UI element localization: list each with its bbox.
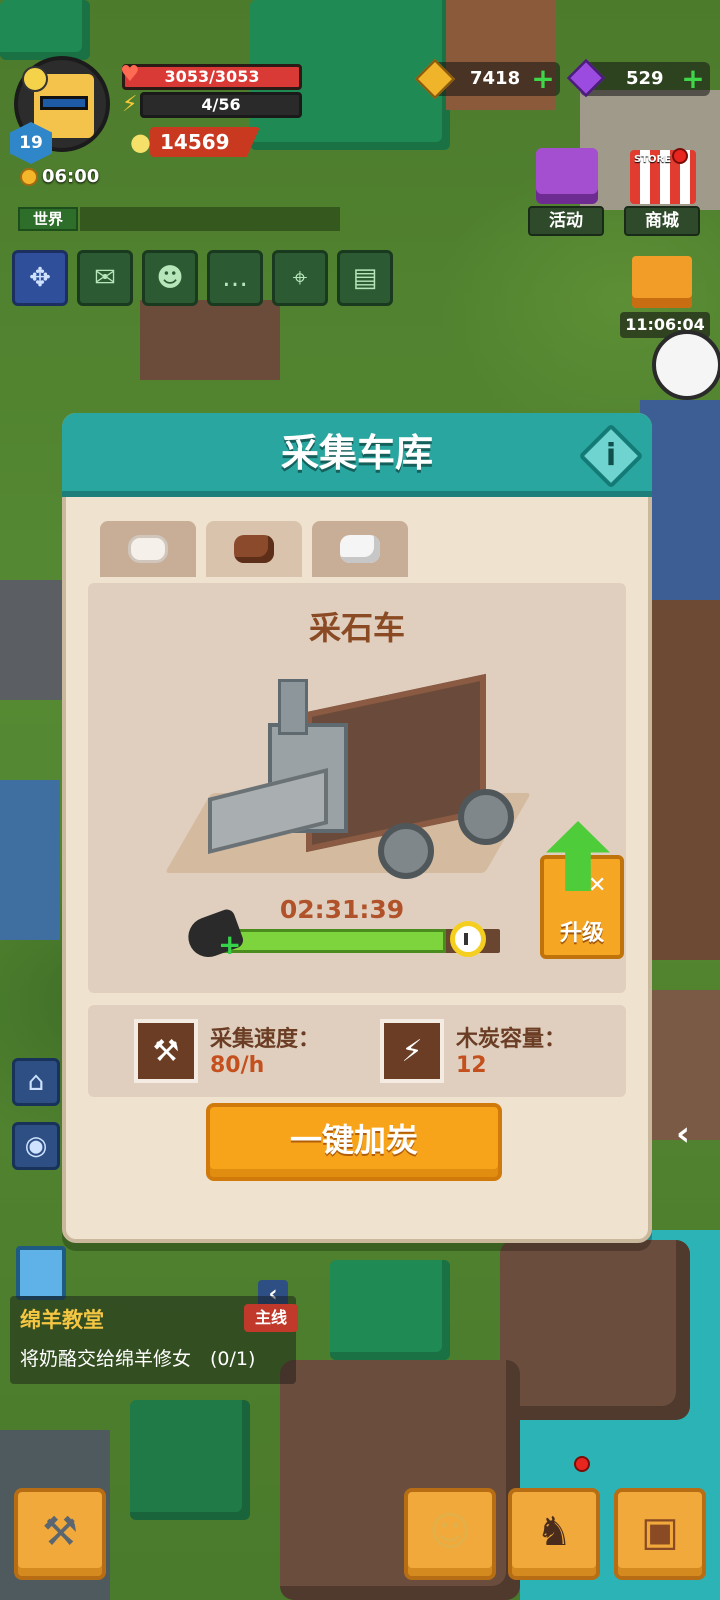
quest-type-badge: 主线 bbox=[244, 1304, 298, 1332]
emotion-icon bbox=[22, 66, 48, 92]
quest-title[interactable]: 绵羊教堂 bbox=[20, 1304, 104, 1334]
capacity-label: 木炭容量： bbox=[456, 1027, 567, 1052]
location-pin-icon[interactable]: ◉ bbox=[12, 1122, 60, 1170]
stats-panel: ⚒ 采集速度： 80/h ⚡ 木炭容量： 12 bbox=[88, 1005, 626, 1097]
store-sign: STORE bbox=[634, 154, 672, 165]
building-block bbox=[640, 400, 720, 600]
building-block bbox=[0, 780, 60, 940]
notification-dot bbox=[574, 1456, 590, 1472]
info-icon[interactable]: i bbox=[599, 434, 623, 478]
building-block bbox=[140, 300, 280, 380]
tab-wood[interactable] bbox=[100, 521, 196, 577]
clipboard-icon[interactable]: ▤ bbox=[337, 250, 393, 306]
game-clock: 06:00 bbox=[20, 166, 99, 187]
upgrade-label[interactable]: 升级 bbox=[540, 915, 624, 947]
add-gold-icon[interactable]: + bbox=[530, 64, 556, 94]
clock-hand bbox=[464, 933, 468, 945]
collection-timer: 02:31:39 bbox=[279, 895, 405, 924]
mail-icon[interactable]: ✉ bbox=[77, 250, 133, 306]
chevron-left-icon[interactable]: ‹ bbox=[676, 1112, 716, 1156]
pets-icon: ♞ bbox=[536, 1509, 572, 1555]
timed-gift-icon[interactable] bbox=[632, 256, 692, 308]
notification-dot bbox=[672, 148, 688, 164]
event-button[interactable]: 活动 bbox=[528, 206, 604, 236]
clock-icon bbox=[450, 921, 486, 957]
quest-scroll-icon[interactable] bbox=[16, 1246, 66, 1300]
character-icon: ☺ bbox=[429, 1509, 471, 1555]
expand-map-icon[interactable]: ✥ bbox=[12, 250, 68, 306]
building-block bbox=[0, 580, 70, 700]
speed-label: 采集速度： bbox=[210, 1027, 321, 1052]
stone-cart-wheel bbox=[458, 789, 514, 845]
friends-icon[interactable]: ☻ bbox=[142, 250, 198, 306]
quest-description[interactable]: 将奶酪交给绵羊修女 (0/1) bbox=[20, 1344, 255, 1371]
hammer-icon: ⚒ bbox=[42, 1509, 78, 1555]
ore-icon bbox=[234, 535, 274, 563]
lightbulb-icon: ● bbox=[130, 128, 151, 156]
stone-cart-chimney bbox=[278, 679, 308, 735]
tab-stone[interactable] bbox=[312, 521, 408, 577]
experience-bar: 14569 bbox=[150, 127, 260, 157]
store-button[interactable]: 商城 bbox=[624, 206, 700, 236]
backpack-icon: ▣ bbox=[641, 1509, 679, 1555]
dialog-header: 采集车库 bbox=[62, 413, 652, 497]
map-icon[interactable]: ⌖ bbox=[272, 250, 328, 306]
hp-bar: 3053/3053 bbox=[122, 64, 302, 90]
resource-tabs bbox=[100, 521, 408, 577]
machine-panel: 采石车 02:31:39 + ✕ 升级 bbox=[88, 583, 626, 993]
world-chat-strip[interactable] bbox=[80, 207, 340, 231]
farm-plot bbox=[640, 600, 720, 960]
sun-icon bbox=[20, 167, 38, 186]
garage-dialog: 采集车库 i 采石车 02:31:39 + ✕ 升级 ⚒ 采集速度： 80/h … bbox=[62, 413, 652, 1243]
avatar-glasses bbox=[40, 96, 88, 110]
machine-name: 采石车 bbox=[308, 609, 405, 647]
tree-block bbox=[130, 1400, 250, 1520]
capacity-value: 12 bbox=[456, 1053, 487, 1078]
event-gift-icon[interactable] bbox=[536, 148, 598, 204]
tree-block bbox=[0, 0, 90, 60]
boulder bbox=[500, 1240, 690, 1420]
add-all-coal-button[interactable]: 一键加炭 bbox=[206, 1103, 502, 1181]
speed-value: 80/h bbox=[210, 1053, 265, 1078]
log-icon bbox=[128, 535, 168, 563]
home-icon[interactable]: ⌂ bbox=[12, 1058, 60, 1106]
chat-icon[interactable]: … bbox=[207, 250, 263, 306]
panda-avatar-icon[interactable] bbox=[652, 330, 720, 400]
hammer-timer-icon: ⚒ bbox=[134, 1019, 198, 1083]
energy-bar: 4/56 bbox=[140, 92, 302, 118]
world-chat-tag[interactable]: 世界 bbox=[18, 207, 78, 231]
charcoal-capacity-icon: ⚡ bbox=[380, 1019, 444, 1083]
add-gems-icon[interactable]: + bbox=[680, 64, 706, 94]
stone-icon bbox=[340, 535, 380, 563]
tree-block bbox=[330, 1260, 450, 1360]
stone-cart-wheel bbox=[378, 823, 434, 879]
dialog-title: 采集车库 bbox=[280, 431, 433, 475]
game-time: 06:00 bbox=[42, 166, 100, 187]
heart-icon: ♥ bbox=[120, 62, 140, 87]
wrench-icon: ✕ bbox=[588, 873, 607, 898]
lightning-icon: ⚡ bbox=[122, 92, 138, 117]
add-coal-icon[interactable]: + bbox=[218, 931, 241, 959]
tab-ore[interactable] bbox=[206, 521, 302, 577]
quick-menu: ✥ ✉ ☻ … ⌖ ▤ bbox=[12, 250, 393, 306]
